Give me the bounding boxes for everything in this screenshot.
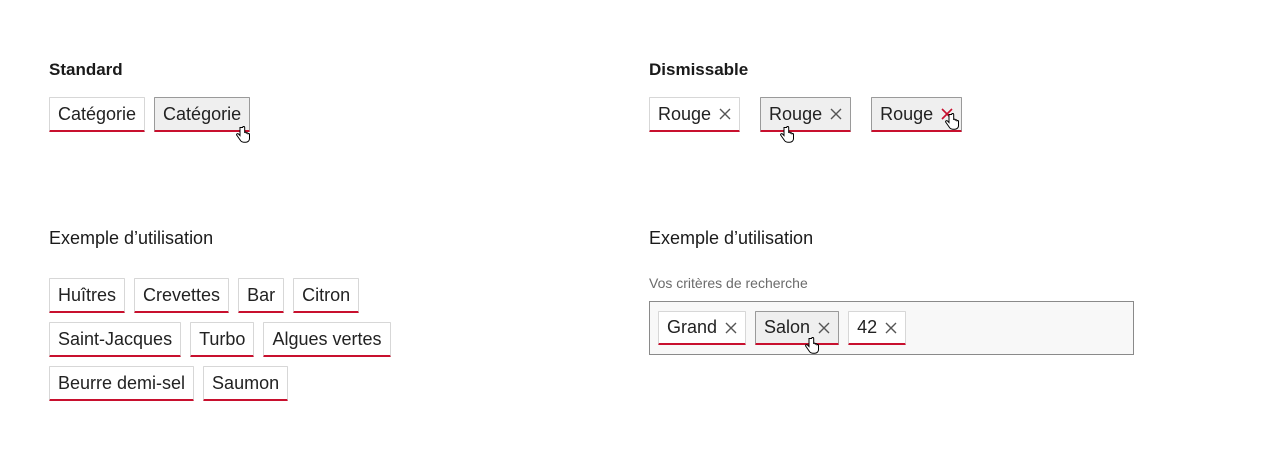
tag-label: 42	[857, 317, 878, 337]
tag-categorie-hover[interactable]: Catégorie	[154, 97, 251, 143]
tag-crevettes[interactable]: Crevettes	[134, 278, 230, 313]
dismissable-heading: Dismissable	[649, 60, 749, 79]
example-heading: Exemple d’utilisation	[649, 228, 814, 248]
tag-bar[interactable]: Bar	[238, 278, 285, 313]
close-icon[interactable]	[719, 108, 731, 120]
tag-row: Saint-Jacques Turbo Algues vertes	[49, 322, 391, 357]
search-criteria-label: Vos critères de recherche	[649, 275, 808, 291]
example-heading: Exemple d’utilisation	[49, 228, 214, 248]
close-icon[interactable]	[830, 108, 842, 120]
close-icon[interactable]	[725, 322, 737, 334]
tag-beurre-demi-sel[interactable]: Beurre demi-sel	[49, 366, 195, 401]
tag-label: Rouge	[658, 103, 712, 124]
hand-pointer-icon	[779, 125, 795, 144]
tag-label: Grand	[667, 317, 718, 337]
criteria-tag-grand[interactable]: Grand	[658, 311, 747, 345]
dismissable-section: Dismissable Rouge Rouge Rouge	[649, 60, 963, 143]
close-icon[interactable]	[818, 322, 830, 334]
tag-label: Rouge	[880, 103, 934, 124]
tag-label: Salon	[764, 317, 811, 337]
close-icon[interactable]	[941, 108, 953, 120]
dismissable-tag[interactable]: Rouge	[649, 97, 741, 132]
tag-categorie[interactable]: Catégorie	[49, 97, 146, 132]
tag-algues-vertes[interactable]: Algues vertes	[263, 322, 391, 357]
tag-turbo[interactable]: Turbo	[190, 322, 255, 357]
tag-citron[interactable]: Citron	[293, 278, 360, 313]
tag-row: Beurre demi-sel Saumon	[49, 366, 391, 401]
standard-heading: Standard	[49, 60, 123, 79]
criteria-tag-42[interactable]: 42	[848, 311, 907, 345]
tag-label: Rouge	[769, 103, 823, 124]
criteria-tag-salon[interactable]: Salon	[755, 311, 840, 354]
dismissable-tag-close-hover[interactable]: Rouge	[871, 97, 963, 132]
standard-section: Standard Catégorie Catégorie	[49, 60, 251, 143]
search-criteria-field[interactable]: Grand Salon 42	[649, 301, 1134, 355]
tag-row: Huîtres Crevettes Bar Citron	[49, 278, 391, 313]
tag-label: Catégorie	[163, 103, 242, 124]
tag-saint-jacques[interactable]: Saint-Jacques	[49, 322, 182, 357]
example-usage-left: Exemple d’utilisation Huîtres Crevettes …	[49, 228, 391, 401]
dismissable-tag-hover[interactable]: Rouge	[760, 97, 852, 143]
hand-pointer-icon	[235, 125, 251, 144]
example-usage-right: Exemple d’utilisation Vos critères de re…	[649, 228, 1134, 355]
hand-pointer-icon	[804, 336, 820, 355]
tag-saumon[interactable]: Saumon	[203, 366, 289, 401]
close-icon[interactable]	[885, 322, 897, 334]
tag-huitres[interactable]: Huîtres	[49, 278, 126, 313]
